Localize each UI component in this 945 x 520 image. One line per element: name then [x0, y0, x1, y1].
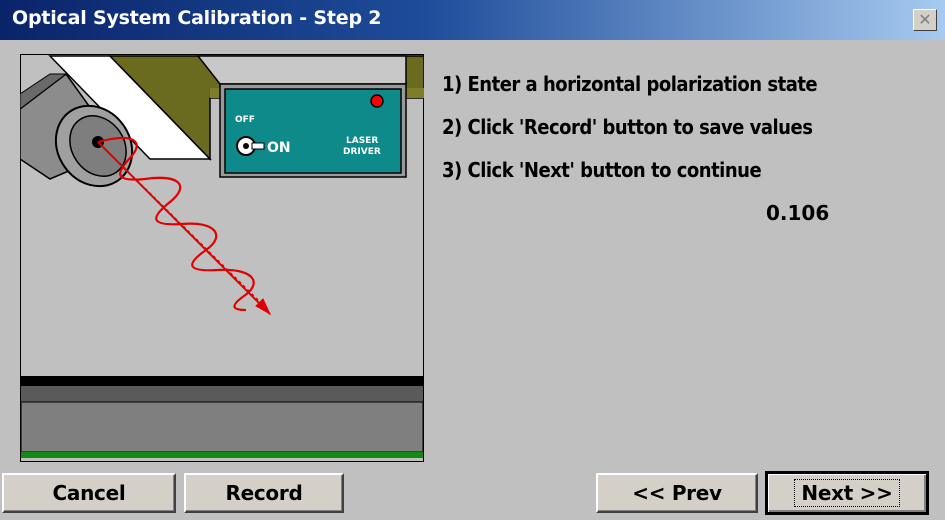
measured-value: 0.106 [766, 201, 830, 225]
driver-label-2: DRIVER [343, 147, 381, 157]
title-bar: Optical System Calibration - Step 2 ✕ [0, 0, 945, 40]
record-button[interactable]: Record [184, 473, 344, 513]
close-icon: ✕ [918, 10, 932, 29]
close-button[interactable]: ✕ [913, 9, 937, 31]
prev-button[interactable]: << Prev [596, 473, 758, 513]
instruction-line-3: 3) Click 'Next' button to continue [442, 158, 762, 182]
switch-off-label: OFF [235, 115, 255, 125]
window-title: Optical System Calibration - Step 2 [12, 7, 382, 29]
instruction-line-2: 2) Click 'Record' button to save values [442, 115, 813, 139]
instruction-line-1: 1) Enter a horizontal polarization state [442, 72, 818, 96]
driver-label-1: LASER [346, 136, 378, 146]
next-button-label: Next >> [794, 479, 900, 507]
laser-illustration: OFF ON LASER DRIVER [20, 54, 424, 462]
indicator-light-icon [370, 94, 384, 108]
next-button[interactable]: Next >> [765, 471, 929, 515]
cancel-button[interactable]: Cancel [2, 473, 176, 513]
switch-on-label: ON [267, 140, 291, 156]
